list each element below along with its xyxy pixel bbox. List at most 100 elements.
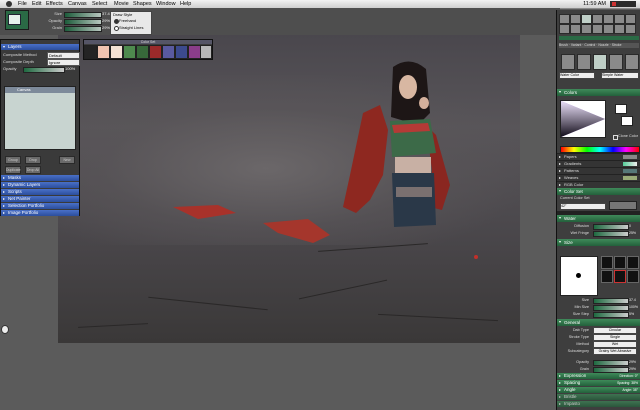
- diffusion-control[interactable]: Diffusion 0: [559, 223, 639, 230]
- composite-depth-select[interactable]: Ignore: [47, 59, 80, 66]
- net-painter-header[interactable]: Net Painter: [1, 196, 79, 202]
- size-control[interactable]: Size 37.4: [559, 297, 639, 304]
- masks-header[interactable]: Masks: [1, 175, 79, 181]
- group-button[interactable]: Group: [5, 156, 21, 164]
- wet-fringe-control[interactable]: Wet Fringe 25%: [559, 230, 639, 237]
- brush-tool-icon[interactable]: [559, 14, 570, 24]
- color-set-header[interactable]: Color Set: [557, 188, 640, 195]
- color-swatch[interactable]: [84, 45, 97, 59]
- painter-app-icon[interactable]: [610, 1, 636, 7]
- papers-header[interactable]: Papers: [557, 153, 640, 160]
- patterns-header[interactable]: Patterns: [557, 167, 640, 174]
- rotate-tool-icon[interactable]: [603, 14, 614, 24]
- dab-profile-5-icon[interactable]: [614, 270, 626, 283]
- general-header[interactable]: General: [557, 319, 640, 326]
- gradients-header[interactable]: Gradients: [557, 160, 640, 167]
- paint-bucket-tool-icon[interactable]: [625, 24, 636, 34]
- apple-menu-icon[interactable]: [6, 1, 12, 7]
- layers-header[interactable]: Layers: [1, 44, 79, 50]
- dab-profile-4-icon[interactable]: [601, 270, 613, 283]
- magnifier-tool-icon[interactable]: [581, 14, 592, 24]
- size-step-control[interactable]: Size Step 5%: [559, 311, 639, 318]
- dropper-tool-icon[interactable]: [614, 24, 625, 34]
- water-header[interactable]: Water: [557, 215, 640, 222]
- image-portfolio-header[interactable]: Image Portfolio: [1, 210, 79, 216]
- rectangle-tool-icon[interactable]: [559, 24, 570, 34]
- brush-category-select[interactable]: Water Color: [559, 72, 595, 79]
- new-layer-button[interactable]: New: [59, 156, 75, 164]
- menu-help[interactable]: Help: [180, 0, 191, 8]
- text-tool-icon[interactable]: [603, 24, 614, 34]
- drop-button[interactable]: Drop: [25, 156, 41, 164]
- menu-window[interactable]: Window: [156, 0, 176, 8]
- layer-opacity-slider[interactable]: [23, 67, 65, 73]
- selection-portfolio-header[interactable]: Selection Portfolio: [1, 203, 79, 209]
- size-header[interactable]: Size: [557, 239, 640, 246]
- dab-profile-6-icon[interactable]: [627, 270, 639, 283]
- weaves-header[interactable]: Weaves: [557, 174, 640, 181]
- dab-profile-3-icon[interactable]: [627, 256, 639, 269]
- menu-edit[interactable]: Edit: [32, 0, 41, 8]
- general-grain-control[interactable]: Grain 29%: [559, 366, 639, 373]
- spacing-header[interactable]: Spacing Spacing: 38%: [557, 380, 640, 386]
- wand-tool-icon[interactable]: [581, 24, 592, 34]
- color-triangle[interactable]: [560, 100, 606, 138]
- impasto-header[interactable]: Impasto: [557, 401, 640, 407]
- brush-dab-icon[interactable]: [609, 54, 623, 70]
- crop-tool-icon[interactable]: [614, 14, 625, 24]
- dynamic-layers-header[interactable]: Dynamic Layers: [1, 182, 79, 188]
- color-swatch[interactable]: [123, 45, 136, 59]
- watercolor-brush-icon[interactable]: [593, 54, 607, 70]
- menu-canvas[interactable]: Canvas: [68, 0, 87, 8]
- canvas-layer-row[interactable]: Canvas: [5, 87, 75, 93]
- expression-header[interactable]: Expression Direction: 0°: [557, 373, 640, 379]
- general-opacity-control[interactable]: Opacity 29%: [559, 359, 639, 366]
- scripts-header[interactable]: Scripts: [1, 189, 79, 195]
- grain-option[interactable]: Grain 29%: [38, 25, 110, 32]
- grabber-tool-icon[interactable]: [592, 14, 603, 24]
- brush-preview-icon[interactable]: [5, 10, 29, 30]
- menu-movie[interactable]: Movie: [114, 0, 129, 8]
- composite-method-select[interactable]: Default: [47, 52, 80, 59]
- oval-tool-icon[interactable]: [570, 24, 581, 34]
- size-option[interactable]: Size 37.4: [38, 11, 110, 18]
- dab-type-select[interactable]: Circular: [593, 327, 637, 334]
- dab-profile-1-icon[interactable]: [601, 256, 613, 269]
- color-swatch[interactable]: [110, 45, 123, 59]
- color-swatch[interactable]: [149, 45, 162, 59]
- canvas-artwork[interactable]: [58, 35, 520, 343]
- main-color-swatch[interactable]: [615, 104, 627, 114]
- dab-preview[interactable]: [560, 256, 598, 296]
- duplicate-button[interactable]: Duplicate: [5, 166, 21, 174]
- colors-header[interactable]: Colors: [557, 89, 640, 96]
- layer-list[interactable]: Canvas: [4, 86, 76, 150]
- pen-tool-icon[interactable]: [592, 24, 603, 34]
- brush-stroke-icon[interactable]: [625, 54, 639, 70]
- layer-adjuster-tool-icon[interactable]: [570, 14, 581, 24]
- rgb-color-header[interactable]: RGB Color: [557, 181, 640, 188]
- color-set-button[interactable]: [609, 201, 637, 210]
- brush-category-icon[interactable]: [561, 54, 575, 70]
- brush-selector-tabs[interactable]: Brush · Variant · Control · Nozzle · Str…: [559, 43, 639, 48]
- brush-variant-icon[interactable]: [577, 54, 591, 70]
- bristle-header[interactable]: Bristle: [557, 394, 640, 400]
- color-swatch[interactable]: [200, 45, 212, 59]
- stroke-type-select[interactable]: Single: [593, 334, 637, 341]
- size-step-slider[interactable]: [593, 312, 629, 318]
- color-swatch[interactable]: [136, 45, 149, 59]
- subcategory-select[interactable]: Grainy Wet Abrasive: [593, 348, 637, 355]
- color-swatch[interactable]: [162, 45, 175, 59]
- menu-effects[interactable]: Effects: [46, 0, 63, 8]
- lasso-tool-icon[interactable]: [625, 14, 636, 24]
- dab-profile-2-icon[interactable]: [614, 256, 626, 269]
- brush-variant-select[interactable]: Simple Water: [601, 72, 639, 79]
- menu-file[interactable]: File: [18, 0, 27, 8]
- menu-shapes[interactable]: Shapes: [133, 0, 152, 8]
- min-size-control[interactable]: Min Size 100%: [559, 304, 639, 311]
- menu-select[interactable]: Select: [92, 0, 107, 8]
- method-select[interactable]: Wet: [593, 341, 637, 348]
- angle-header[interactable]: Angle Angle: 38°: [557, 387, 640, 393]
- color-swatch[interactable]: [175, 45, 188, 59]
- current-color-set-field[interactable]: 42°: [560, 203, 606, 210]
- hue-ring[interactable]: [560, 146, 640, 153]
